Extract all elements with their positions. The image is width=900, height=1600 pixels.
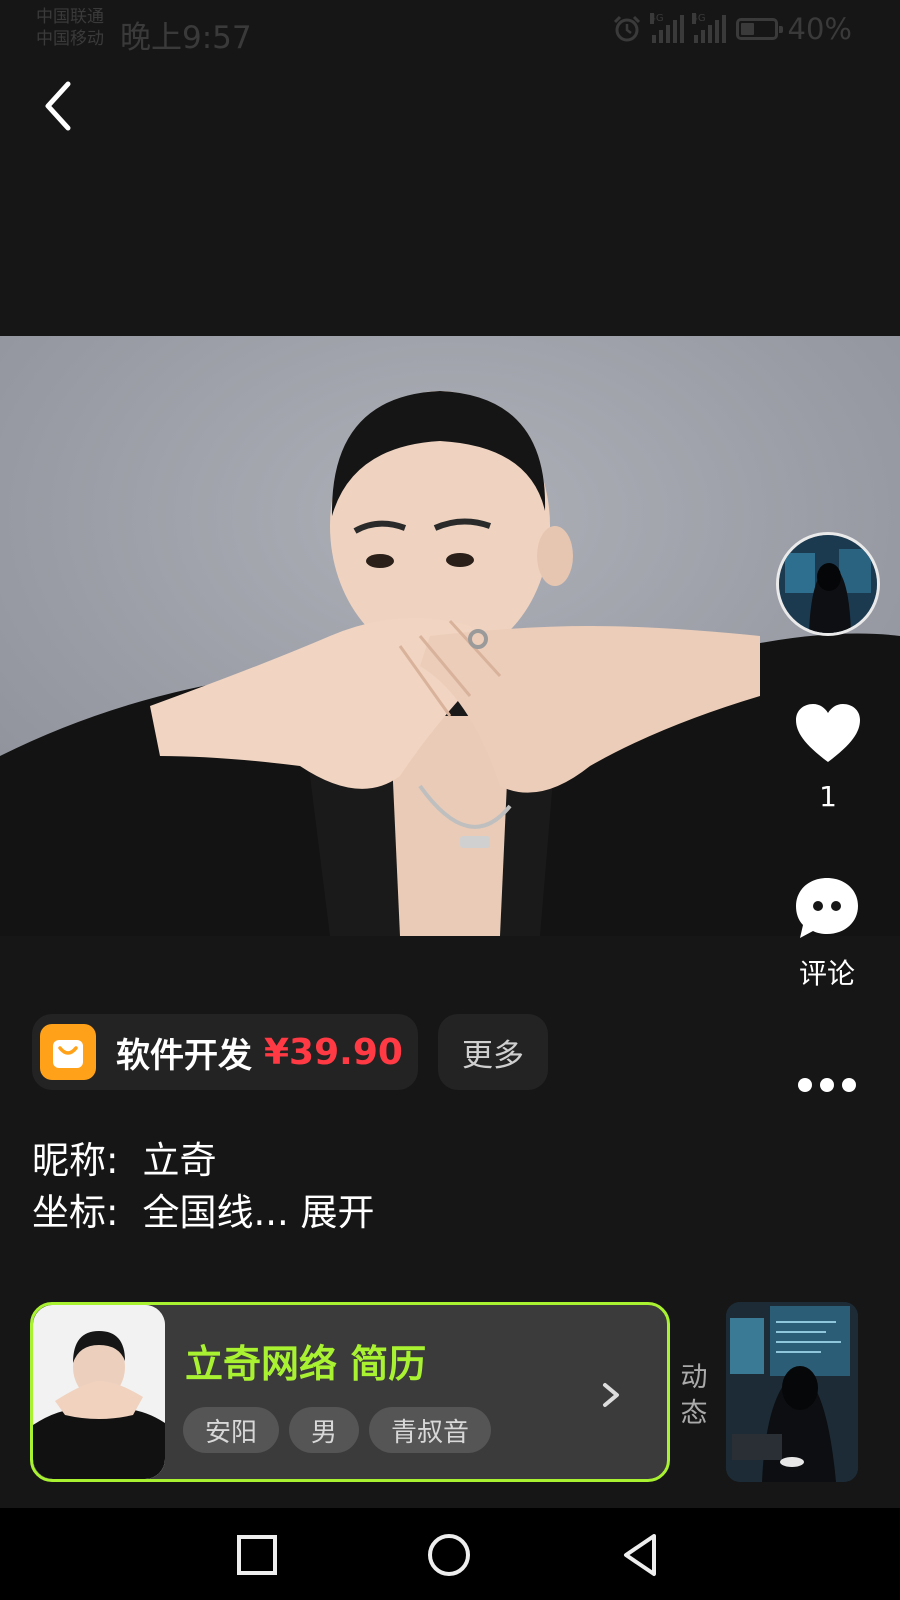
battery-icon	[735, 18, 783, 40]
comment-bubble-icon	[796, 878, 858, 938]
back-button[interactable]	[36, 78, 86, 134]
dynamic-label-text: 动 态	[680, 1362, 708, 1429]
shopping-bag-icon	[40, 1024, 96, 1080]
dynamic-label[interactable]: 动 态	[676, 1360, 712, 1432]
like-count: 1	[819, 780, 837, 813]
back-triangle-icon[interactable]	[618, 1532, 664, 1578]
nickname-label: 昵称:	[32, 1139, 119, 1182]
resume-card[interactable]: 立奇网络 简历 安阳 男 青叔音	[30, 1302, 670, 1482]
comment-button[interactable]	[794, 876, 860, 940]
product-pill[interactable]: 软件开发 ¥39.90	[32, 1014, 418, 1090]
battery-percent: 40%	[787, 12, 852, 46]
location-label: 坐标:	[32, 1191, 119, 1234]
status-icons: 4G 4G 40%	[612, 12, 852, 46]
location-value[interactable]: 全国线... 展开	[142, 1191, 374, 1234]
nickname-row: 昵称: 立奇	[32, 1130, 216, 1184]
home-icon[interactable]	[426, 1532, 472, 1578]
alarm-icon	[613, 15, 640, 42]
carrier-2: 中国移动	[36, 29, 104, 49]
signal-icon: 4G	[649, 13, 684, 43]
heart-icon	[796, 704, 860, 762]
resume-title: 立奇网络 简历	[185, 1342, 427, 1386]
more-dots-icon[interactable]	[796, 1076, 858, 1094]
tag-voice: 青叔音	[369, 1407, 492, 1453]
more-button[interactable]: 更多	[438, 1014, 548, 1090]
sim1-network-label: 4G	[649, 13, 664, 24]
hacker-avatar-image	[779, 535, 877, 633]
system-nav-bar	[0, 1508, 900, 1600]
recent-apps-icon[interactable]	[234, 1532, 280, 1578]
nickname-value: 立奇	[142, 1139, 217, 1182]
tag-city: 安阳	[183, 1407, 280, 1453]
chevron-right-icon	[603, 1383, 619, 1407]
avatar[interactable]	[776, 532, 880, 636]
resume-tags: 安阳 男 青叔音	[183, 1407, 492, 1453]
location-row[interactable]: 坐标: 全国线... 展开	[32, 1182, 375, 1236]
product-name: 软件开发	[116, 1035, 252, 1076]
dynamic-thumbnail[interactable]	[726, 1302, 858, 1482]
portrait-illustration	[0, 336, 900, 936]
carrier-text: 中国联通 中国移动	[36, 6, 104, 50]
comment-label: 评论	[798, 957, 855, 990]
signal-icon: 4G	[691, 13, 726, 43]
product-price: ¥39.90	[264, 1031, 403, 1073]
main-photo[interactable]	[0, 336, 900, 936]
like-button[interactable]	[794, 702, 862, 766]
status-time: 晚上9:57	[120, 20, 252, 56]
carrier-1: 中国联通	[36, 7, 104, 27]
tag-gender: 男	[289, 1407, 360, 1453]
resume-thumbnail	[33, 1305, 165, 1479]
sim2-network-label: 4G	[691, 13, 706, 24]
